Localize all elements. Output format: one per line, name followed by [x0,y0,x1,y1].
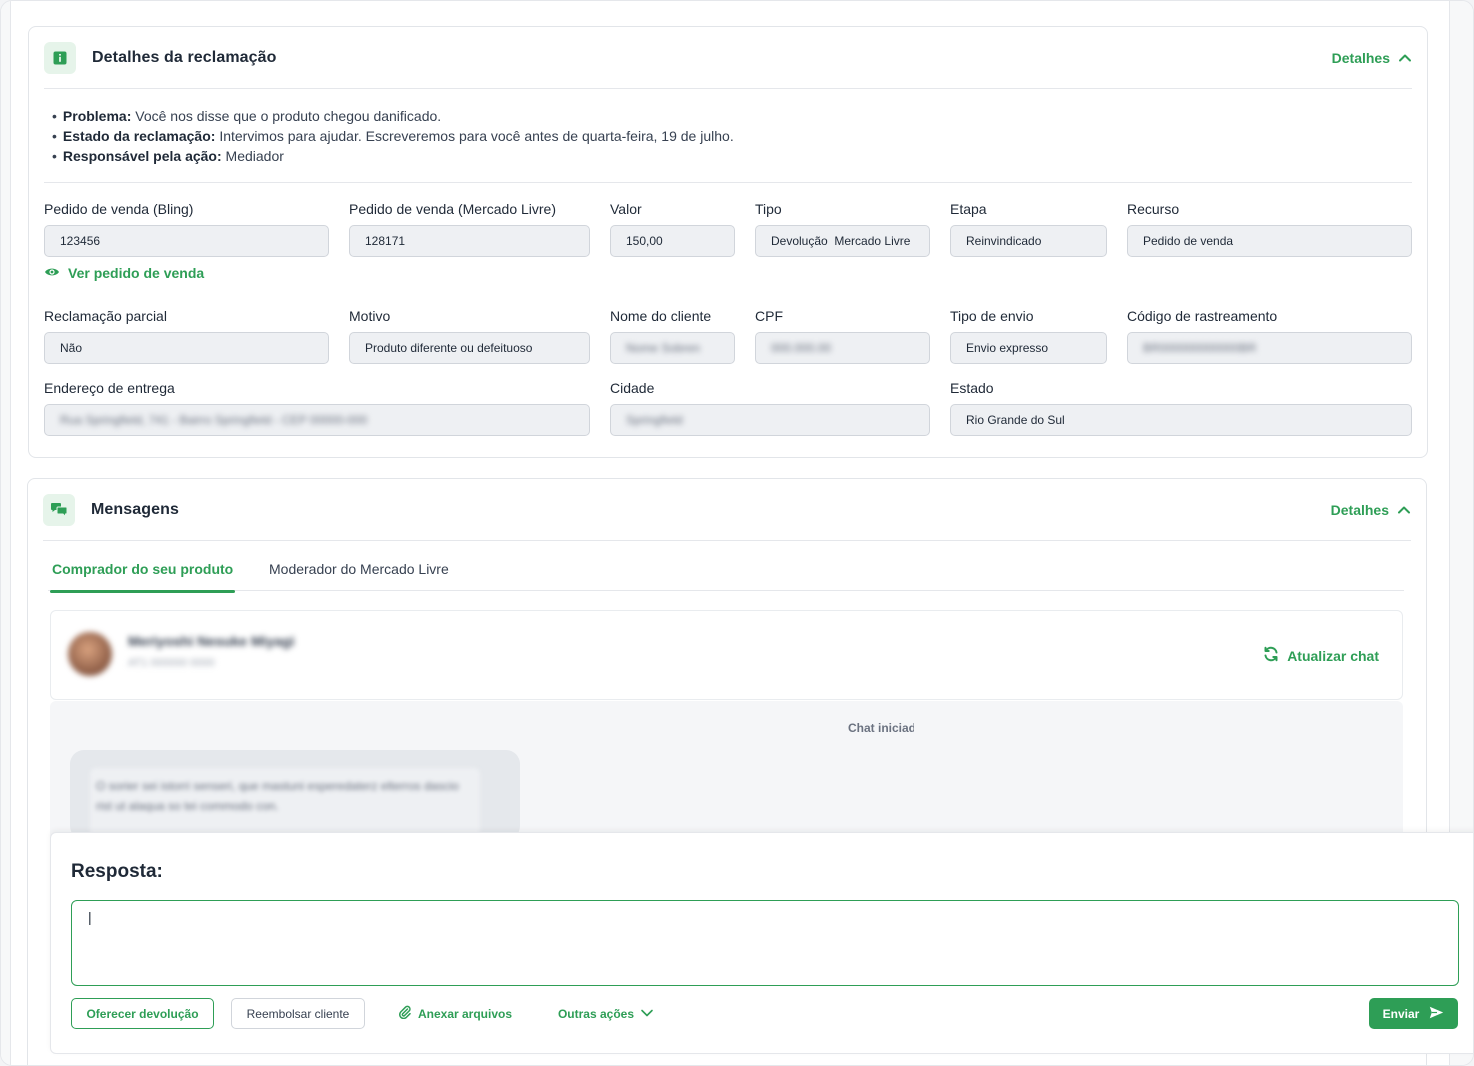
reply-title: Resposta: [71,861,163,882]
other-actions-dropdown[interactable]: Outras ações [551,998,661,1029]
field-state: Estado Rio Grande do Sul [950,378,1412,436]
paperclip-icon [398,1005,412,1022]
chevron-up-icon [1397,502,1411,518]
order-bling-input[interactable]: 123456 [44,225,329,257]
partial-input[interactable]: Não [44,332,329,364]
messages-toggle[interactable]: Detalhes [1331,502,1411,518]
refresh-chat-button[interactable]: Atualizar chat [1263,646,1379,665]
reply-textarea[interactable] [71,900,1459,986]
details-divider [44,182,1412,183]
tab-moderator[interactable]: Moderador do Mercado Livre [269,561,449,577]
chat-body: Chat iniciado O sorier sei istorri sense… [50,701,1403,841]
eye-icon [44,265,60,281]
tab-buyer[interactable]: Comprador do seu produto [49,561,236,593]
chat-header: Meriyoshi Nesuke Miyagi AT1 000000 0000 … [50,610,1403,700]
city-input[interactable]: Springfield [610,404,930,436]
field-customer-name: Nome do cliente Nome Sobren [610,306,735,364]
cpf-input[interactable]: 000.000.00 [755,332,930,364]
app-frame: Detalhes da reclamação Detalhes Problema… [0,0,1474,1066]
complaint-details-card: Detalhes da reclamação Detalhes Problema… [28,26,1428,458]
amount-input[interactable]: 150,00 [610,225,735,257]
summary-responsible: Responsável pela ação: Mediador [63,146,734,166]
chat-message-bubble: O sorier sei istorri senseri, que mastun… [70,750,520,840]
send-icon [1429,1006,1444,1022]
field-resource: Recurso Pedido de venda [1127,199,1412,257]
field-stage: Etapa Reinvindicado [950,199,1107,257]
field-reason: Motivo Produto diferente ou defeituoso [349,306,590,364]
field-cpf: CPF 000.000.00 [755,306,930,364]
refund-customer-button[interactable]: Reembolsar cliente [231,998,365,1029]
complaint-details-header: Detalhes da reclamação Detalhes [44,27,1412,89]
field-tracking: Código de rastreamento BR000000000000BR [1127,306,1412,364]
order-ml-input[interactable]: 128171 [349,225,590,257]
type-input[interactable]: Devolução Mercado Livre [755,225,930,257]
state-input[interactable]: Rio Grande do Sul [950,404,1412,436]
field-shipping-type: Tipo de envio Envio expresso [950,306,1107,364]
field-amount: Valor 150,00 [610,199,735,257]
info-icon [44,41,76,74]
messages-toggle-label: Detalhes [1330,501,1389,518]
tracking-input[interactable]: BR000000000000BR [1127,332,1412,364]
refresh-icon [1263,646,1279,665]
chat-contact-sub: AT1 000000 0000 [128,657,215,669]
chat-message-text: O sorier sei istorri senseri, que mastun… [90,768,480,838]
attach-files-button[interactable]: Anexar arquivos [395,998,515,1029]
shipping-type-input[interactable]: Envio expresso [950,332,1107,364]
messages-tabs: Comprador do seu produto Moderador do Me… [48,541,1404,593]
resource-input[interactable]: Pedido de venda [1127,225,1412,257]
complaint-details-toggle[interactable]: Detalhes [1332,50,1412,66]
customer-name-input[interactable]: Nome Sobren [610,332,735,364]
chevron-up-icon [1398,50,1412,66]
complaint-summary-list: Problema: Você nos disse que o produto c… [63,106,734,166]
summary-problem: Problema: Você nos disse que o produto c… [63,106,734,126]
field-order-bling: Pedido de venda (Bling) 123456 [44,199,329,257]
field-type: Tipo Devolução Mercado Livre [755,199,930,257]
stage-input[interactable]: Reinvindicado [950,225,1107,257]
complaint-details-toggle-label: Detalhes [1331,49,1390,66]
left-edge [1,1,11,1065]
chat-contact-name: Meriyoshi Nesuke Miyagi [128,633,295,649]
reply-panel: Resposta: Oferecer devolução Reembolsar … [50,832,1473,1054]
view-order-link[interactable]: Ver pedido de venda [44,265,204,281]
offer-return-button[interactable]: Oferecer devolução [71,998,214,1029]
reason-input[interactable]: Produto diferente ou defeituoso [349,332,590,364]
send-button[interactable]: Enviar [1369,998,1458,1029]
messages-title: Mensagens [91,500,180,518]
address-input[interactable]: Rua Springfield, 741 - Bairro Springfiel… [44,404,590,436]
chat-started-label: Chat iniciado [848,721,914,735]
avatar [68,632,112,676]
complaint-details-title: Detalhes da reclamação [92,48,277,66]
field-city: Cidade Springfield [610,378,930,436]
field-address: Endereço de entrega Rua Springfield, 741… [44,378,590,436]
field-order-ml: Pedido de venda (Mercado Livre) 128171 [349,199,590,257]
field-partial: Reclamação parcial Não [44,306,329,364]
chevron-down-icon [640,1007,654,1021]
messages-header: Mensagens Detalhes [43,479,1411,541]
chat-bubbles-icon [43,493,75,526]
summary-status: Estado da reclamação: Intervimos para aj… [63,126,734,146]
